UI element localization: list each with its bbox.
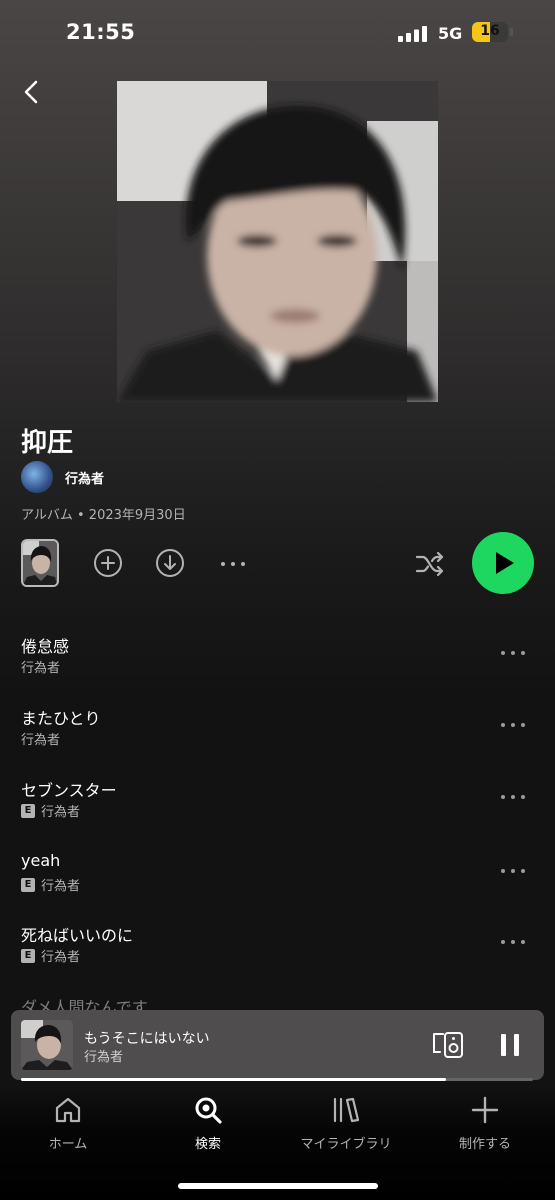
battery-tip	[510, 28, 513, 36]
track-artist-row: E 行為者	[21, 946, 80, 965]
track-more-icon[interactable]	[498, 932, 528, 952]
track-row[interactable]: セブンスター E 行為者	[0, 777, 555, 837]
album-cover-image	[117, 81, 438, 402]
shuffle-icon[interactable]	[414, 548, 446, 580]
connect-device-icon[interactable]	[431, 1030, 465, 1060]
nav-library-label: マイライブラリ	[300, 1137, 392, 1152]
battery-percent: 16	[480, 23, 500, 39]
track-title: 倦怠感	[21, 637, 70, 656]
battery-icon: 16	[472, 22, 508, 42]
nav-search-label: 検索	[194, 1137, 221, 1152]
track-title: yeah	[21, 851, 61, 870]
album-meta: アルバム • 2023年9月30日	[21, 508, 186, 523]
track-more-icon[interactable]	[498, 643, 528, 663]
nav-create-label: 制作する	[458, 1137, 511, 1152]
network-type: 5G	[438, 24, 463, 43]
playback-progress[interactable]	[21, 1078, 533, 1081]
library-icon	[333, 1097, 360, 1123]
track-row[interactable]: yeah E 行為者	[0, 851, 555, 911]
now-playing-cover-image	[21, 1020, 73, 1070]
track-title: 死ねばいいのに	[21, 926, 134, 945]
explicit-badge: E	[21, 877, 35, 892]
nav-create[interactable]: 制作する	[425, 1095, 545, 1152]
artist-name: 行為者	[65, 471, 105, 487]
more-horizontal-icon[interactable]	[218, 552, 248, 576]
now-playing-title: もうそこにはいない	[84, 1031, 210, 1047]
pause-icon[interactable]	[497, 1030, 523, 1060]
mini-player[interactable]: もうそこにはいない 行為者	[11, 1010, 544, 1080]
back-button[interactable]	[16, 74, 48, 110]
now-playing-artist: 行為者	[84, 1050, 124, 1065]
album-cover	[117, 81, 438, 402]
track-row[interactable]: 死ねばいいのに E 行為者	[0, 922, 555, 982]
album-thumbnail-image	[23, 541, 57, 585]
track-row[interactable]: またひとり 行為者	[0, 705, 555, 765]
plus-icon	[471, 1096, 499, 1124]
artist-link[interactable]: 行為者	[21, 461, 104, 493]
track-title: またひとり	[21, 709, 101, 728]
track-artist: 行為者	[21, 733, 61, 748]
track-artist-row: 行為者	[21, 729, 60, 748]
status-time: 21:55	[66, 20, 136, 44]
add-circle-icon[interactable]	[93, 548, 123, 578]
home-icon	[55, 1097, 81, 1123]
cellular-signal-icon	[398, 26, 427, 42]
album-thumbnail-button[interactable]	[21, 539, 59, 587]
track-artist: 行為者	[41, 805, 81, 820]
nav-home-label: ホーム	[48, 1137, 88, 1152]
explicit-badge: E	[21, 948, 35, 963]
home-indicator	[178, 1183, 378, 1189]
track-artist-row: 行為者	[21, 657, 60, 676]
chevron-left-icon	[24, 80, 38, 104]
download-circle-icon[interactable]	[155, 548, 185, 578]
track-artist: 行為者	[41, 950, 81, 965]
play-button[interactable]	[472, 532, 534, 594]
track-artist: 行為者	[21, 661, 61, 676]
album-title: 抑圧	[21, 428, 74, 458]
track-more-icon[interactable]	[498, 861, 528, 881]
track-row[interactable]: 倦怠感 行為者	[0, 633, 555, 693]
artist-avatar	[21, 461, 53, 493]
track-artist-row: E 行為者	[21, 875, 80, 894]
play-icon	[496, 552, 514, 574]
playback-progress-fill	[21, 1078, 446, 1081]
track-title: セブンスター	[21, 781, 117, 800]
track-more-icon[interactable]	[498, 787, 528, 807]
nav-home[interactable]: ホーム	[8, 1095, 128, 1152]
explicit-badge: E	[21, 803, 35, 818]
track-artist: 行為者	[41, 879, 81, 894]
track-artist-row: E 行為者	[21, 801, 80, 820]
search-icon	[195, 1097, 222, 1124]
nav-search[interactable]: 検索	[148, 1095, 268, 1152]
track-more-icon[interactable]	[498, 715, 528, 735]
now-playing-cover	[21, 1020, 73, 1070]
nav-library[interactable]: マイライブラリ	[286, 1095, 406, 1152]
